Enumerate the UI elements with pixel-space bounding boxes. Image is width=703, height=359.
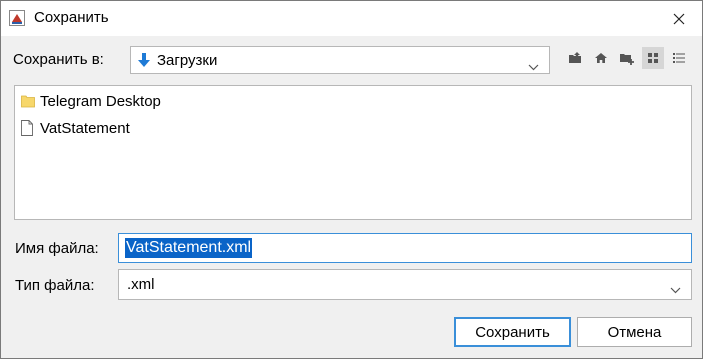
save-in-dropdown[interactable]: Загрузки [130, 46, 550, 74]
file-type-label: Тип файла: [15, 277, 95, 294]
details-view-icon [673, 53, 685, 63]
new-folder-button[interactable] [616, 47, 638, 69]
home-icon [595, 53, 607, 63]
list-item-label: VatStatement [40, 119, 130, 137]
folder-icon [21, 93, 35, 109]
details-view-button[interactable] [668, 47, 690, 69]
up-folder-button[interactable] [564, 47, 586, 69]
list-item-folder[interactable]: Telegram Desktop [21, 91, 161, 111]
list-item-file[interactable]: VatStatement [21, 118, 130, 138]
close-button[interactable] [656, 1, 702, 36]
window-title: Сохранить [34, 9, 109, 26]
up-folder-icon [569, 52, 581, 63]
list-item-label: Telegram Desktop [40, 92, 161, 110]
cancel-button[interactable]: Отмена [577, 317, 692, 347]
title-bar: Сохранить [1, 1, 702, 36]
download-arrow-icon [137, 52, 151, 72]
home-button[interactable] [590, 47, 612, 69]
list-view-button[interactable] [642, 47, 664, 69]
save-button[interactable]: Сохранить [454, 317, 571, 347]
list-view-icon [648, 53, 658, 63]
chevron-down-icon [528, 58, 539, 75]
file-type-dropdown[interactable]: .xml [118, 269, 692, 300]
java-app-icon [9, 10, 25, 26]
file-name-input[interactable]: VatStatement.xml [118, 233, 692, 263]
new-folder-icon [620, 54, 634, 65]
save-in-value: Загрузки [157, 52, 218, 69]
file-name-value: VatStatement.xml [125, 238, 253, 258]
close-icon [673, 13, 685, 24]
save-in-label: Сохранить в: [13, 51, 104, 68]
chevron-down-icon [670, 281, 681, 298]
file-name-label: Имя файла: [15, 240, 99, 257]
file-icon [21, 120, 35, 136]
file-list[interactable]: Telegram Desktop VatStatement [14, 85, 692, 220]
save-dialog: Сохранить Сохранить в: Загрузки Telegram… [0, 0, 703, 359]
file-type-value: .xml [127, 276, 155, 293]
